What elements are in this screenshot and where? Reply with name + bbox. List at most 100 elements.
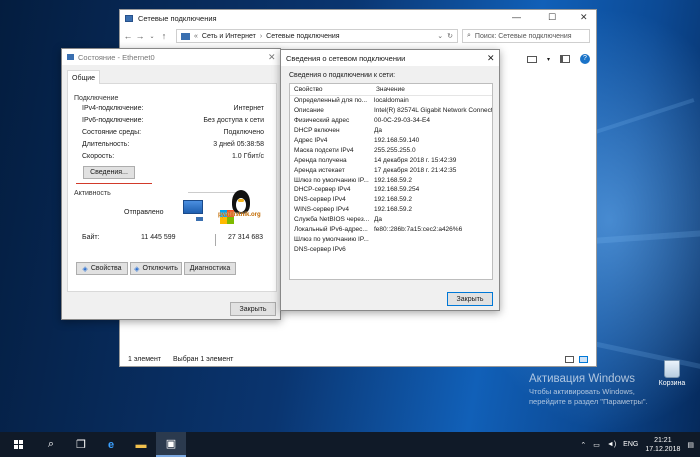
close-button[interactable]: Закрыть: [447, 292, 493, 306]
list-item[interactable]: Физический адрес 00-0C-29-03-34-E4: [290, 116, 492, 126]
value-cell: localdomain: [374, 97, 409, 105]
minimize-icon[interactable]: —: [512, 12, 521, 22]
volume-icon[interactable]: ◄): [607, 441, 616, 448]
computer-icon: [196, 217, 203, 221]
kv-value: Подключено: [223, 129, 264, 136]
shield-icon: ◈: [134, 265, 140, 273]
clock-time: 21:21: [654, 436, 672, 444]
value-cell: fe80::286b:7a15:cec2:a426%6: [374, 226, 463, 234]
property-cell: Адрес IPv4: [294, 137, 328, 144]
list-item[interactable]: Определенный для по... localdomain: [290, 96, 492, 106]
properties-button[interactable]: ◈ Свойства: [76, 262, 128, 275]
value-cell: 192.168.59.140: [374, 137, 420, 144]
details-list[interactable]: Свойство Значение Определенный для по...…: [289, 83, 493, 280]
address-bar-row: ← → ⌄ ↑ « Сеть и Интернет › Сетевые подк…: [120, 28, 596, 44]
tab-general[interactable]: Общие: [67, 70, 101, 85]
explorer-statusbar: 1 элемент Выбран 1 элемент: [128, 356, 233, 363]
search-input[interactable]: ⌕ Поиск: Сетевые подключения: [462, 29, 590, 43]
kv-value: 1.0 Гбит/с: [231, 153, 264, 160]
list-item[interactable]: Шлюз по умолчанию IP...: [290, 234, 492, 244]
diagnose-button[interactable]: Диагностика: [184, 262, 236, 275]
back-icon[interactable]: ←: [122, 31, 134, 41]
tiles-view-icon[interactable]: [579, 356, 588, 363]
property-cell: Шлюз по умолчанию IP...: [294, 235, 369, 243]
list-item[interactable]: Шлюз по умолчанию IP... 192.168.59.2: [290, 175, 492, 185]
sent-label: Отправлено: [124, 209, 164, 216]
file-explorer-icon[interactable]: ▬: [126, 432, 156, 457]
bytes-received-value: 27 314 683: [228, 234, 264, 241]
task-view-icon[interactable]: ❐: [66, 432, 96, 457]
network-tray-icon[interactable]: ▭: [593, 441, 600, 449]
maximize-icon[interactable]: ☐: [548, 12, 556, 23]
list-item[interactable]: Описание Intel(R) 82574L Gigabit Network …: [290, 106, 492, 116]
list-item[interactable]: DNS-сервер IPv6: [290, 244, 492, 254]
section-connection-label: Подключение: [74, 95, 119, 102]
edge-icon[interactable]: e: [96, 432, 126, 457]
close-icon[interactable]: ✕: [580, 12, 588, 23]
divider: [215, 234, 216, 246]
value-cell: 192.168.59.254: [374, 186, 420, 194]
network-connections-taskbar-icon[interactable]: ▣: [156, 432, 186, 457]
notifications-icon[interactable]: ▤: [687, 441, 694, 449]
disable-label: Отключить: [142, 265, 178, 272]
property-cell: Описание: [294, 107, 324, 115]
start-icon[interactable]: [0, 432, 36, 457]
value-cell: 255.255.255.0: [374, 146, 416, 154]
disable-button[interactable]: ◈ Отключить: [130, 262, 182, 275]
forward-icon[interactable]: →: [134, 31, 146, 41]
preview-pane-icon[interactable]: [560, 55, 570, 63]
view-options-icon[interactable]: [526, 55, 537, 63]
list-item[interactable]: DHCP включен Да: [290, 126, 492, 136]
search-icon[interactable]: ⌕: [36, 432, 66, 457]
logo-text: pyatilistnik.org: [218, 212, 261, 218]
property-cell: Аренда истекает: [294, 166, 345, 174]
list-item[interactable]: Аренда истекает 17 декабря 2018 г. 21:42:…: [290, 165, 492, 175]
list-item[interactable]: Адрес IPv4 192.168.59.140: [290, 136, 492, 146]
kv-value: Интернет: [233, 105, 264, 112]
recycle-bin[interactable]: Корзина: [657, 360, 687, 387]
properties-label: Свойства: [90, 265, 122, 272]
chevron-down-icon[interactable]: ⌄: [437, 32, 443, 40]
general-panel: Подключение IPv4-подключение: Интернет IP…: [67, 84, 277, 292]
kv-label: Длительность:: [82, 141, 130, 148]
list-item[interactable]: WINS-сервер IPv4 192.168.59.2: [290, 205, 492, 215]
address-box[interactable]: « Сеть и Интернет › Сетевые подключения …: [176, 29, 458, 43]
kv-row: Длительность: 3 дней 05:38:58: [82, 141, 264, 148]
list-item[interactable]: DNS-сервер IPv4 192.168.59.2: [290, 195, 492, 205]
clock[interactable]: 21:21 17.12.2018: [645, 436, 680, 454]
chevron-down-icon[interactable]: ▾: [547, 56, 550, 63]
help-icon[interactable]: ?: [580, 54, 590, 64]
close-button[interactable]: Закрыть: [230, 302, 276, 316]
column-header-property[interactable]: Свойство: [290, 86, 372, 93]
clock-date: 17.12.2018: [645, 445, 681, 453]
list-item[interactable]: Локальный IPv6-адрес... fe80::286b:7a15:c…: [290, 225, 492, 235]
search-icon: ⌕: [467, 32, 471, 39]
value-cell: 192.168.59.2: [374, 206, 412, 214]
kv-label: IPv4-подключение:: [82, 105, 144, 112]
property-cell: Служба NetBIOS через...: [294, 216, 370, 224]
network-folder-icon: [181, 32, 190, 40]
chevron-down-icon[interactable]: ⌄: [146, 33, 158, 40]
close-icon[interactable]: ✕: [268, 52, 276, 63]
up-icon[interactable]: ↑: [158, 31, 170, 41]
details-view-icon[interactable]: [565, 356, 574, 363]
list-rows: Определенный для по... localdomain Описани…: [290, 96, 492, 254]
chevron-up-icon[interactable]: ⌃: [580, 441, 586, 449]
breadcrumb-separator-icon: ›: [259, 32, 263, 40]
penguin-logo: pyatilistnik.org: [218, 190, 262, 226]
breadcrumb-item[interactable]: Сеть и Интернет: [202, 33, 256, 40]
column-header-value[interactable]: Значение: [372, 86, 405, 93]
breadcrumb-item[interactable]: Сетевые подключения: [266, 33, 339, 40]
kv-row: Скорость: 1.0 Гбит/с: [82, 153, 264, 160]
value-cell: Да: [374, 127, 383, 135]
details-button[interactable]: Сведения...: [83, 166, 135, 179]
refresh-icon[interactable]: ↻: [447, 32, 453, 40]
close-icon[interactable]: ✕: [487, 53, 495, 64]
language-indicator[interactable]: ENG: [623, 441, 638, 448]
recycle-bin-icon: [664, 360, 680, 378]
list-item[interactable]: Маска подсети IPv4 255.255.255.0: [290, 145, 492, 155]
list-item[interactable]: Аренда получена 14 декабря 2018 г. 15:42:…: [290, 155, 492, 165]
list-item[interactable]: Служба NetBIOS через... Да: [290, 215, 492, 225]
property-cell: Аренда получена: [294, 156, 347, 164]
list-item[interactable]: DHCP-сервер IPv4 192.168.59.254: [290, 185, 492, 195]
